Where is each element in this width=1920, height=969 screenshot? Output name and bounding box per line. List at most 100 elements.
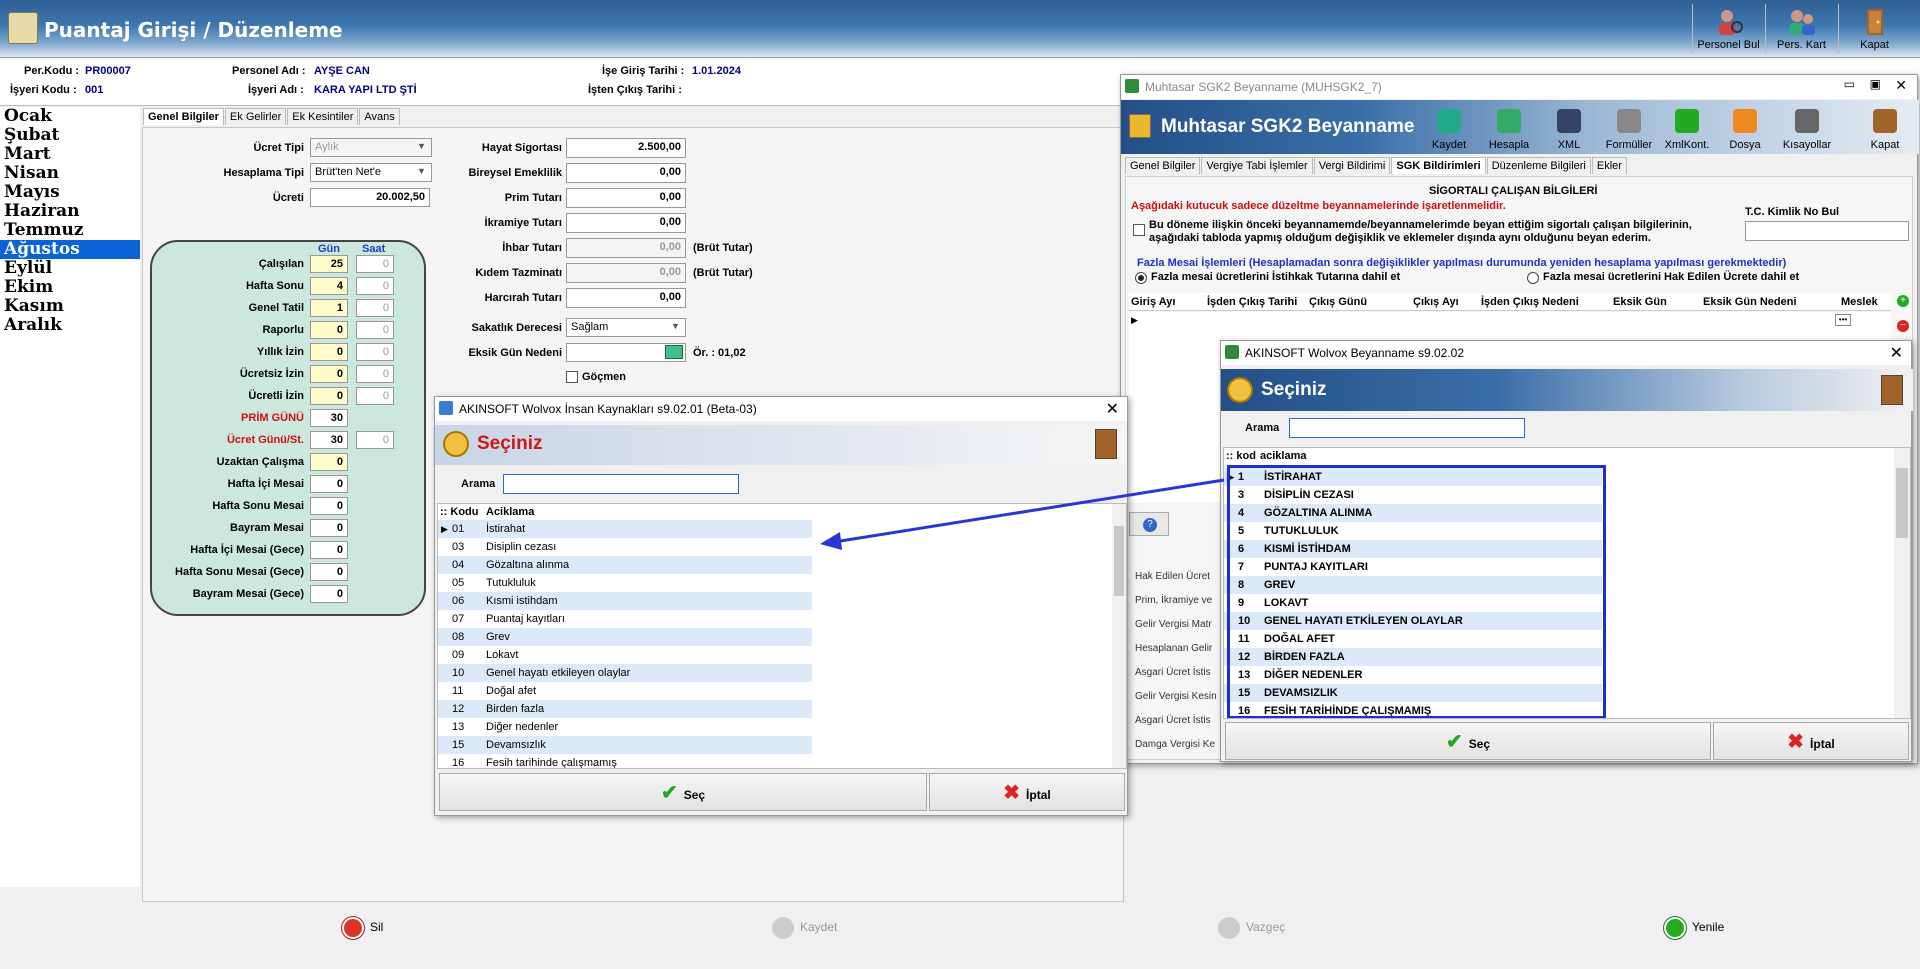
sgk-tab-genel-bilgiler[interactable]: Genel Bilgiler <box>1125 157 1201 174</box>
amount-input[interactable]: 0,00 <box>566 263 686 283</box>
gun-input[interactable]: 4 <box>310 277 348 295</box>
saat-input[interactable]: 0 <box>356 299 394 317</box>
ik-arama-input[interactable] <box>503 474 739 494</box>
duzeltme-checkbox[interactable] <box>1133 224 1145 236</box>
close-icon[interactable]: ✕ <box>1890 343 1903 363</box>
gun-input[interactable]: 0 <box>310 497 348 515</box>
close-icon[interactable]: ✕ <box>1106 399 1119 419</box>
exit-door-icon[interactable] <box>1881 375 1903 405</box>
list-item[interactable]: 10 Genel hayatı etkileyen olaylar <box>438 664 812 682</box>
list-item[interactable]: 07 Puantaj kayıtları <box>438 610 812 628</box>
gun-input[interactable]: 0 <box>310 519 348 537</box>
beyanname-iptal-button[interactable]: ✖ İptal <box>1713 722 1909 760</box>
gun-input[interactable]: 30 <box>310 409 348 427</box>
gun-input[interactable]: 0 <box>310 453 348 471</box>
eksik-gun-input[interactable] <box>566 343 686 362</box>
month-item[interactable]: Haziran <box>0 202 140 221</box>
list-item[interactable]: 12 Birden fazla <box>438 700 812 718</box>
beyanname-arama-input[interactable] <box>1289 418 1525 438</box>
amount-input[interactable]: 2.500,00 <box>566 138 686 158</box>
beyanname-scrollbar[interactable] <box>1894 448 1910 718</box>
ucret-tipi-select[interactable]: Aylık ▼ <box>310 138 432 157</box>
sgk-toolbar-xmlkont-button[interactable]: XmlKont. <box>1659 105 1715 153</box>
sgk-toolbar-formller-button[interactable]: Formüller <box>1601 105 1657 153</box>
sgk-toolbar-dosya-button[interactable]: Dosya <box>1717 105 1773 153</box>
gun-input[interactable]: 0 <box>310 365 348 383</box>
month-item[interactable]: Şubat <box>0 126 140 145</box>
month-item[interactable]: Ekim <box>0 278 140 297</box>
month-item[interactable]: Aralık <box>0 316 140 335</box>
gun-input[interactable]: 0 <box>310 475 348 493</box>
ik-sec-button[interactable]: ✔ Seç <box>439 773 927 811</box>
gun-input[interactable]: 25 <box>310 255 348 273</box>
maximize-icon[interactable]: ▣ <box>1870 77 1881 91</box>
exit-door-icon[interactable] <box>1095 429 1117 459</box>
amount-input[interactable]: 0,00 <box>566 288 686 308</box>
month-item[interactable]: Mart <box>0 145 140 164</box>
radio-istihkak[interactable] <box>1135 272 1147 284</box>
ucreti-input[interactable]: 20.002,50 <box>310 188 430 207</box>
ik-iptal-button[interactable]: ✖ İptal <box>929 773 1125 811</box>
saat-input[interactable]: 0 <box>356 431 394 449</box>
tab-avans[interactable]: Avans <box>359 108 400 125</box>
gun-input[interactable]: 1 <box>310 299 348 317</box>
month-item[interactable]: Temmuz <box>0 221 140 240</box>
sgk-tab-ekler[interactable]: Ekler <box>1591 157 1627 174</box>
saat-input[interactable]: 0 <box>356 343 394 361</box>
minimize-icon[interactable]: ▭ <box>1844 77 1855 91</box>
month-item-selected[interactable]: Ağustos <box>0 240 140 259</box>
sgk-toolbar-xml-button[interactable]: XML <box>1541 105 1597 153</box>
gun-input[interactable]: 30 <box>310 431 348 449</box>
list-item[interactable]: 04 Gözaltına alınma <box>438 556 812 574</box>
pers-kart-button[interactable]: Pers. Kart <box>1765 4 1837 54</box>
tab-genel-bilgiler[interactable]: Genel Bilgiler <box>143 108 224 125</box>
sgk-tab-sgk-bildirimleri[interactable]: SGK Bildirimleri <box>1391 157 1486 174</box>
sakatlik-select[interactable]: Sağlam ▼ <box>566 318 686 337</box>
personel-bul-button[interactable]: Personel Bul <box>1692 4 1764 54</box>
amount-input[interactable]: 0,00 <box>566 213 686 233</box>
list-item[interactable]: 16 Fesih tarihinde çalışmamış <box>438 754 812 768</box>
radio-hak-edilen[interactable] <box>1527 272 1539 284</box>
remove-row-icon[interactable]: − <box>1897 320 1909 332</box>
saat-input[interactable]: 0 <box>356 277 394 295</box>
amount-input[interactable]: 0,00 <box>566 238 686 258</box>
gun-input[interactable]: 0 <box>310 387 348 405</box>
sgk-toolbar-hesapla-button[interactable]: Hesapla <box>1481 105 1537 153</box>
close-icon[interactable]: ✕ <box>1895 77 1907 94</box>
tab-ek-gelirler[interactable]: Ek Gelirler <box>224 108 287 125</box>
saat-input[interactable]: 0 <box>356 321 394 339</box>
sgk-tab-duzenleme[interactable]: Düzenleme Bilgileri <box>1486 157 1591 174</box>
month-item[interactable]: Eylül <box>0 259 140 278</box>
gun-input[interactable]: 0 <box>310 585 348 603</box>
sgk-toolbar-kapat-button[interactable]: Kapat <box>1857 105 1913 153</box>
list-item[interactable]: 05 Tutukluluk <box>438 574 812 592</box>
kapat-button[interactable]: Kapat <box>1838 4 1910 54</box>
saat-input[interactable]: 0 <box>356 365 394 383</box>
gun-input[interactable]: 0 <box>310 321 348 339</box>
list-item[interactable]: 08 Grev <box>438 628 812 646</box>
beyanname-sec-button[interactable]: ✔ Seç <box>1225 722 1711 760</box>
list-item[interactable]: ▶ 01 İstirahat <box>438 520 812 538</box>
yenile-button[interactable]: Yenile <box>1664 917 1724 939</box>
sgk-toolbar-kaydet-button[interactable]: Kaydet <box>1421 105 1477 153</box>
month-item[interactable]: Ocak <box>0 107 140 126</box>
list-item[interactable]: 06 Kısmi istihdam <box>438 592 812 610</box>
saat-input[interactable]: 0 <box>356 387 394 405</box>
list-item[interactable]: 15 Devamsızlık <box>438 736 812 754</box>
gun-input[interactable]: 0 <box>310 541 348 559</box>
amount-input[interactable]: 0,00 <box>566 163 686 183</box>
lookup-icon[interactable] <box>665 345 683 359</box>
month-item[interactable]: Mayıs <box>0 183 140 202</box>
ellipsis-button[interactable]: ••• <box>1835 314 1851 326</box>
list-item[interactable]: 09 Lokavt <box>438 646 812 664</box>
gun-input[interactable]: 0 <box>310 343 348 361</box>
tab-ek-kesintiler[interactable]: Ek Kesintiler <box>287 108 359 125</box>
sgk-tab-vergi-bildirimi[interactable]: Vergi Bildirimi <box>1313 157 1391 174</box>
vazgec-button[interactable]: Vazgeç <box>1218 917 1285 939</box>
sgk-toolbar-ksayollar-button[interactable]: Kısayollar <box>1779 105 1835 153</box>
month-item[interactable]: Nisan <box>0 164 140 183</box>
saat-input[interactable]: 0 <box>356 255 394 273</box>
sil-button[interactable]: Sil <box>342 917 383 939</box>
hesaplama-tipi-select[interactable]: Brüt'ten Net'e ▼ <box>310 163 432 182</box>
kaydet-button[interactable]: Kaydet <box>772 917 837 939</box>
